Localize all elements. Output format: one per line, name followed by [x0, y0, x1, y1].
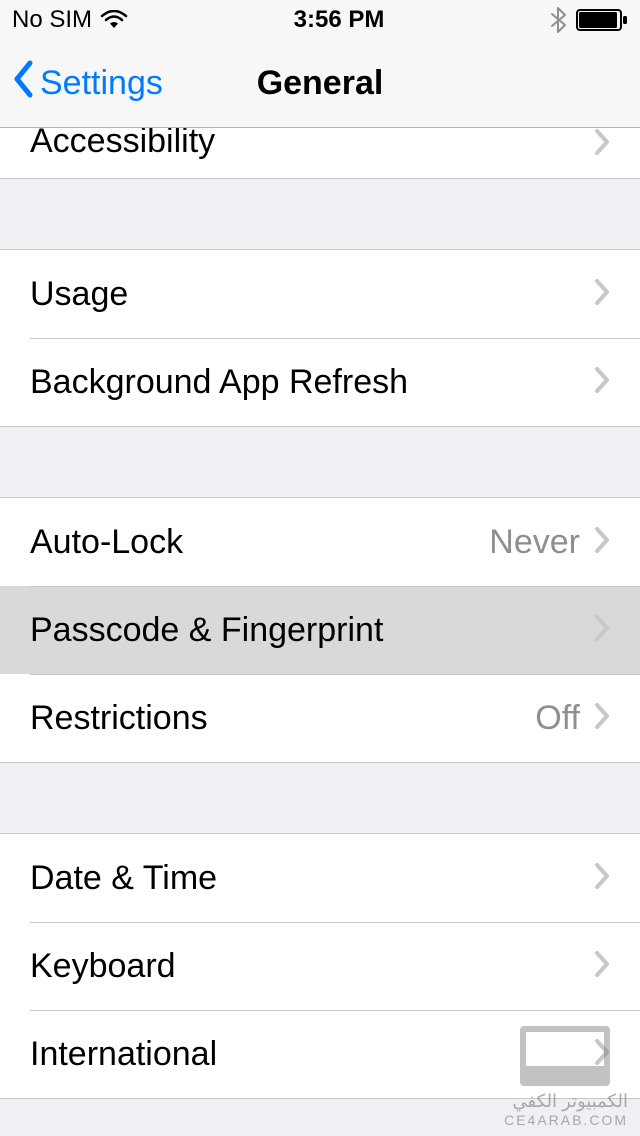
section-gap: [0, 763, 640, 833]
watermark-logo: [520, 1026, 610, 1086]
status-bar: No SIM 3:56 PM: [0, 0, 640, 40]
section-gap: [0, 427, 640, 497]
row-label: Date & Time: [30, 859, 594, 898]
row-label: Usage: [30, 275, 594, 314]
row-usage[interactable]: Usage: [0, 250, 640, 338]
section-gap: [0, 179, 640, 249]
back-button[interactable]: Settings: [12, 59, 163, 108]
row-label: Passcode & Fingerprint: [30, 611, 594, 650]
content: Accessibility Usage Background App Refre…: [0, 128, 640, 1099]
bluetooth-icon: [550, 7, 566, 33]
status-time: 3:56 PM: [294, 6, 385, 34]
row-label: Auto-Lock: [30, 523, 489, 562]
chevron-right-icon: [594, 128, 610, 161]
row-auto-lock[interactable]: Auto-Lock Never: [0, 498, 640, 586]
wifi-icon: [100, 10, 128, 30]
carrier-text: No SIM: [12, 6, 92, 34]
chevron-right-icon: [594, 526, 610, 559]
section-accessibility: Accessibility: [0, 128, 640, 179]
chevron-right-icon: [594, 614, 610, 647]
section-security: Auto-Lock Never Passcode & Fingerprint R…: [0, 497, 640, 763]
row-label: Restrictions: [30, 699, 535, 738]
chevron-right-icon: [594, 366, 610, 399]
status-right: [550, 7, 628, 33]
row-restrictions[interactable]: Restrictions Off: [0, 674, 640, 762]
section-usage: Usage Background App Refresh: [0, 249, 640, 427]
row-keyboard[interactable]: Keyboard: [0, 922, 640, 1010]
battery-icon: [576, 9, 628, 31]
row-value: Never: [489, 523, 580, 562]
watermark-ar: الكمبيوتر الكفي: [504, 1091, 628, 1112]
row-accessibility[interactable]: Accessibility: [0, 128, 640, 178]
row-background-app-refresh[interactable]: Background App Refresh: [0, 338, 640, 426]
chevron-right-icon: [594, 950, 610, 983]
row-label: Accessibility: [30, 128, 594, 158]
back-label: Settings: [40, 64, 163, 103]
row-label: Keyboard: [30, 947, 594, 986]
watermark: الكمبيوتر الكفي CE4ARAB.COM: [504, 1091, 628, 1128]
row-value: Off: [535, 699, 580, 738]
chevron-right-icon: [594, 278, 610, 311]
row-label: Background App Refresh: [30, 363, 594, 402]
row-passcode-fingerprint[interactable]: Passcode & Fingerprint: [0, 586, 640, 674]
nav-bar: Settings General: [0, 40, 640, 128]
status-left: No SIM: [12, 6, 128, 34]
chevron-right-icon: [594, 862, 610, 895]
row-label: International: [30, 1035, 594, 1074]
chevron-left-icon: [12, 59, 36, 108]
chevron-right-icon: [594, 702, 610, 735]
row-date-time[interactable]: Date & Time: [0, 834, 640, 922]
watermark-en: CE4ARAB.COM: [504, 1112, 628, 1128]
